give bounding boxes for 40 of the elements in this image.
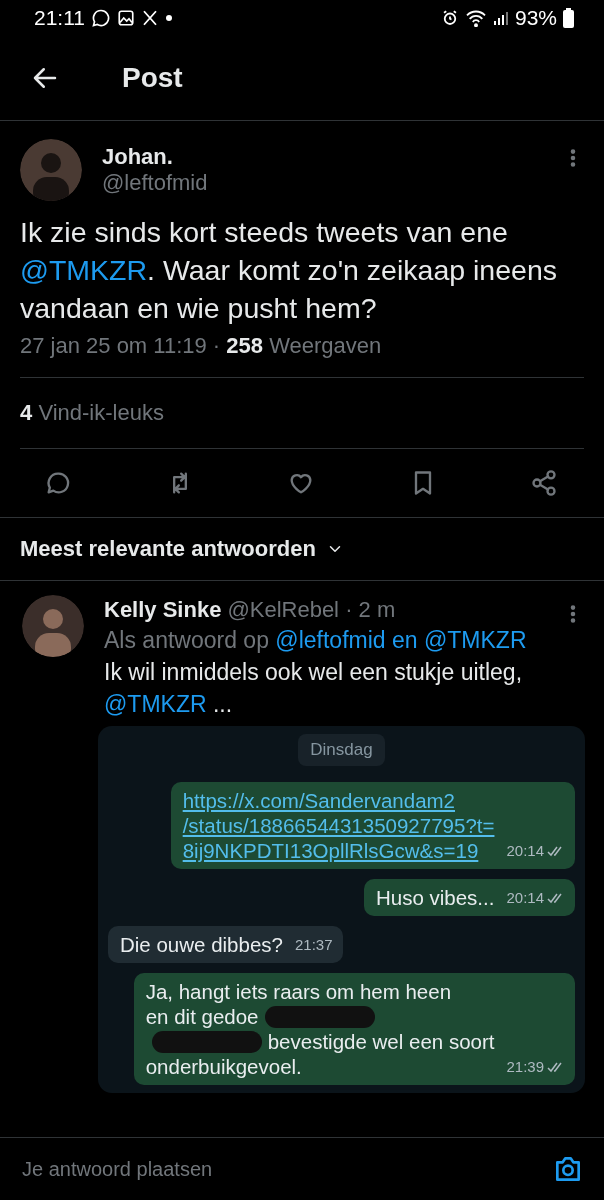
- reply-text: Ik wil inmiddels ook wel een stukje uitleg, @TMKZR ...: [104, 658, 524, 719]
- reply-field[interactable]: Je antwoord plaatsen: [20, 1156, 542, 1182]
- message-link[interactable]: 8ij9NKPDTI13OpllRlsGcw&s=19: [182, 838, 479, 863]
- post-meta: 27 jan 25 om 11:19 · 258 Weergaven: [20, 333, 584, 378]
- page-title: Post: [122, 62, 183, 94]
- signal-icon: [492, 10, 509, 26]
- message-link[interactable]: https://x.com/Sandervandam2: [182, 788, 455, 813]
- message-time: 20:14: [506, 888, 544, 908]
- message-text: bevestigde wel een soort: [267, 1029, 495, 1054]
- wifi-icon: [464, 9, 487, 27]
- author-name[interactable]: Johan.: [102, 144, 542, 170]
- battery-percent: 93%: [514, 6, 557, 30]
- share-icon[interactable]: [530, 469, 558, 497]
- date-chip: Dinsdag: [298, 734, 385, 766]
- message-text: Ja, hangt iets raars om hem heen: [145, 979, 452, 1004]
- likes-count[interactable]: 4 Vind-ik-leuks: [20, 378, 584, 449]
- double-check-icon: [547, 891, 565, 904]
- double-check-icon: [547, 1060, 565, 1073]
- message-time: 20:14: [506, 841, 544, 861]
- sort-label[interactable]: Meest relevante antwoorden: [20, 536, 316, 562]
- message-time: 21:37: [295, 935, 333, 955]
- chat-bubble-icon: [91, 8, 111, 28]
- post-text: Ik zie sinds kort steeds tweets van ene @TMKZR. Waar komt zo'n zeikaap ineens vandaan en wie pusht hem?: [20, 215, 558, 326]
- author-name[interactable]: Kelly Sinke: [104, 597, 222, 623]
- reply-icon[interactable]: [44, 469, 72, 497]
- message-text: onderbuikgevoel.: [145, 1054, 302, 1079]
- x-logo-icon: [141, 9, 159, 27]
- dot-icon: [165, 14, 173, 22]
- message-text: Die ouwe dibbes?: [120, 932, 283, 957]
- battery-icon: [563, 8, 574, 28]
- message-text: Huso vibes...: [375, 885, 495, 910]
- reply-meta: @KelRebel · 2 m: [227, 597, 396, 623]
- message-link[interactable]: /status/1886654431350927795?t=: [182, 813, 495, 838]
- double-check-icon: [547, 844, 565, 857]
- author-handle[interactable]: @leftofmid: [102, 170, 542, 196]
- reply-to: Als antwoord op @leftofmid en @TMKZR: [104, 627, 528, 654]
- message-text: en dit gedoe: [145, 1004, 259, 1029]
- message-time: 21:39: [506, 1057, 544, 1077]
- clock-time: 21:11: [34, 6, 85, 30]
- image-icon: [117, 9, 135, 27]
